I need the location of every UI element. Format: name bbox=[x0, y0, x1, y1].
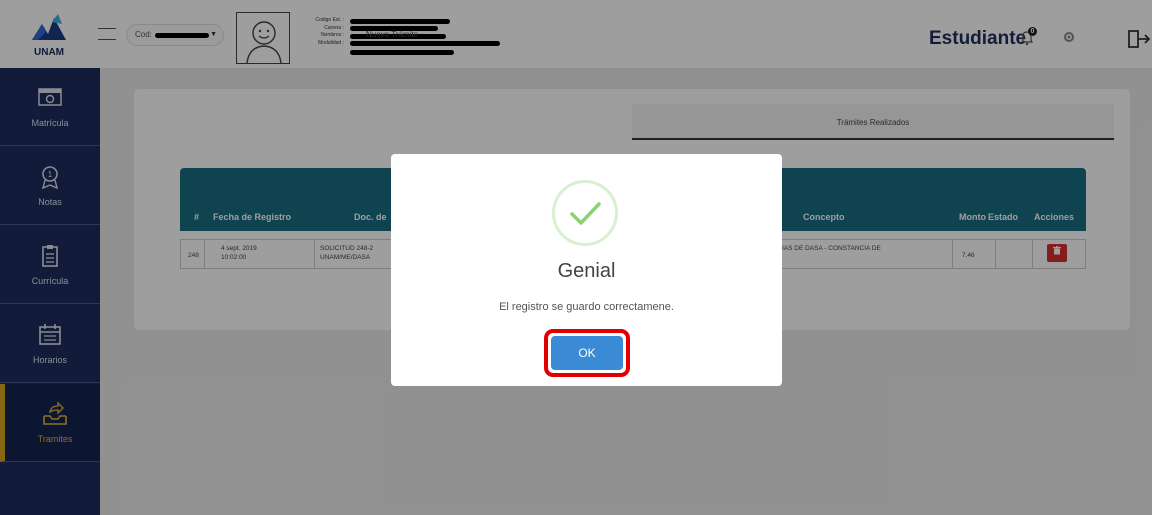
modal-title: Genial bbox=[557, 260, 616, 282]
ok-button[interactable]: OK bbox=[551, 336, 623, 370]
modal-message: El registro se guardo correctamene. bbox=[499, 301, 674, 313]
success-check-icon bbox=[552, 180, 618, 246]
